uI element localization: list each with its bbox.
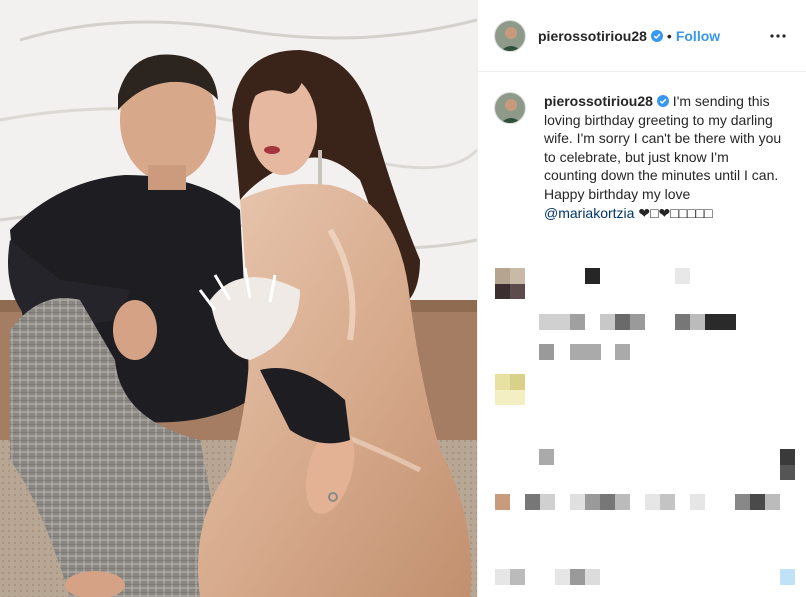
pixel-block	[585, 569, 600, 585]
follow-button[interactable]: Follow	[676, 28, 720, 44]
pixel-block	[675, 268, 690, 284]
caption-emojis: ❤□❤□□□□□	[634, 204, 713, 221]
pixel-block	[690, 314, 705, 330]
pixel-block	[600, 494, 615, 510]
pixel-block	[495, 569, 510, 585]
caption-verified-badge-icon	[656, 95, 669, 107]
pixel-block	[539, 449, 554, 465]
pixel-block	[570, 344, 601, 360]
author-avatar[interactable]	[494, 19, 526, 52]
pixel-block	[585, 494, 600, 510]
post-photo[interactable]	[0, 0, 477, 597]
pixel-block	[615, 494, 630, 510]
author-username[interactable]: pierossotiriou28	[538, 28, 647, 44]
pixel-block	[510, 569, 525, 585]
pixel-block	[540, 494, 555, 510]
pixel-block	[615, 314, 630, 330]
pixel-block	[630, 314, 645, 330]
pixel-block	[555, 569, 570, 585]
pixel-block	[495, 390, 525, 405]
pixel-block	[539, 314, 570, 330]
pixel-block	[510, 268, 525, 284]
pixel-block	[525, 494, 540, 510]
pixel-block	[705, 314, 736, 330]
pixel-block	[600, 314, 615, 330]
comments-area-pixelated	[478, 230, 806, 597]
instagram-post: pierossotiriou28 • Follow pierossotiriou…	[0, 0, 806, 597]
pixel-block	[780, 569, 795, 585]
caption-author-avatar[interactable]	[494, 92, 526, 124]
pixel-block	[510, 374, 525, 390]
pixel-block	[570, 569, 585, 585]
pixel-block	[660, 494, 675, 510]
pixel-block	[750, 494, 765, 510]
caption-body: pierossotiriou28 I'm sending this loving…	[544, 92, 784, 222]
pixel-block	[539, 344, 554, 360]
pixel-block	[780, 465, 795, 480]
post-header: pierossotiriou28 • Follow	[478, 0, 806, 72]
post-side-panel: pierossotiriou28 • Follow pierossotiriou…	[477, 0, 806, 597]
pixel-block	[495, 374, 510, 390]
pixel-block	[615, 344, 630, 360]
pixel-block	[570, 494, 585, 510]
pixel-block	[495, 268, 510, 284]
caption-mention-link[interactable]: @mariakortzia	[544, 205, 634, 221]
caption-username[interactable]: pierossotiriou28	[544, 93, 653, 109]
pixel-block	[585, 268, 600, 284]
caption-text: I'm sending this loving birthday greetin…	[544, 93, 782, 202]
pixel-block	[570, 314, 585, 330]
pixel-block	[780, 449, 795, 465]
pixel-block	[675, 314, 690, 330]
pixel-block	[735, 494, 750, 510]
pixel-block	[495, 284, 510, 299]
post-caption: pierossotiriou28 I'm sending this loving…	[478, 72, 806, 222]
pixel-block	[765, 494, 780, 510]
pixel-block	[495, 494, 510, 510]
more-options-icon[interactable]	[766, 24, 790, 48]
pixel-block	[645, 494, 660, 510]
follow-separator: •	[666, 27, 672, 44]
verified-badge-icon	[650, 29, 663, 42]
pixel-block	[510, 284, 525, 299]
pixel-block	[690, 494, 705, 510]
couple-photo	[0, 0, 477, 597]
